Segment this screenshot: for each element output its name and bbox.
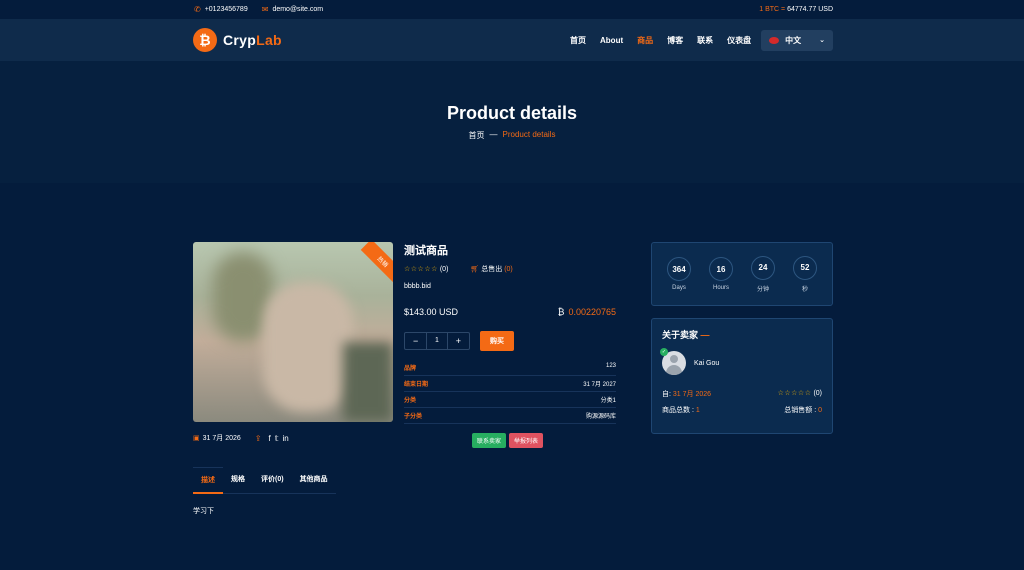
verified-icon: ✓ <box>660 348 668 356</box>
buy-button[interactable]: 购买 <box>480 331 514 351</box>
seller-heading: 关于卖家 <box>662 330 699 340</box>
seller-card: 关于卖家 — ✓ Kai Gou 自: 31 7月 2026 ☆☆☆☆☆ (0)… <box>651 318 833 434</box>
nav-item-products[interactable]: 商品 <box>637 35 653 46</box>
bitcoin-logo-icon: ₿ <box>193 28 217 52</box>
plus-button[interactable]: + <box>448 336 469 346</box>
product-info: 测试商品 ☆☆☆☆☆ (0) 🛒︎ 总售出 (0) bbbb.bid $143.… <box>404 242 616 448</box>
spec-row: 结束日期 31 7月 2027 <box>404 376 616 392</box>
chevron-down-icon: ⌄ <box>819 37 825 44</box>
timer-hours: 16 Hours <box>709 257 733 291</box>
seller-rating-stars: ☆☆☆☆☆ <box>777 390 812 397</box>
share-icon: ⇪ <box>254 433 262 443</box>
btc-rate: 1 BTC = 64774.77 USD <box>759 6 833 13</box>
calendar-icon: ▣ <box>193 435 200 442</box>
contact-info: ✆ +0123456789 ✉ demo@site.com <box>194 5 323 14</box>
nav-item-blog[interactable]: 博客 <box>667 35 683 46</box>
nav-item-about[interactable]: About <box>600 36 623 45</box>
price-row: $143.00 USD ₿ 0.00220765 <box>404 307 616 317</box>
spec-row: 分类 分类1 <box>404 392 616 408</box>
phone-icon: ✆ <box>194 5 201 14</box>
phone[interactable]: ✆ +0123456789 <box>194 5 248 14</box>
rating-stars: ☆☆☆☆☆ <box>404 266 438 273</box>
email[interactable]: ✉ demo@site.com <box>262 5 323 14</box>
spec-row: 子分类 购源源码库 <box>404 408 616 424</box>
nav-menu: 首页 About 商品 博客 联系 仪表盘 中文 ⌄ <box>570 29 833 51</box>
nav-item-dashboard[interactable]: 仪表盘 <box>727 35 751 46</box>
seller-name[interactable]: Kai Gou <box>694 360 719 367</box>
breadcrumb-home[interactable]: 首页 <box>469 130 485 141</box>
bitcoin-icon: ₿ <box>557 307 565 317</box>
linkedin-icon[interactable]: in <box>282 434 288 443</box>
sold-count: 🛒︎ 总售出 (0) <box>470 266 513 273</box>
quantity-input[interactable]: 1 <box>426 333 448 349</box>
logo[interactable]: ₿ CrypLab <box>193 28 282 52</box>
price-usd: $143.00 USD <box>404 307 459 317</box>
timer-seconds: 52 秒 <box>793 255 817 293</box>
language-select[interactable]: 中文 ⌄ <box>761 29 833 51</box>
tab-description[interactable]: 描述 <box>193 467 223 494</box>
facebook-icon[interactable]: f <box>268 434 270 443</box>
brand-name: CrypLab <box>223 32 282 48</box>
spec-row: 品牌 123 <box>404 360 616 376</box>
price-btc: ₿ 0.00220765 <box>557 307 616 317</box>
quantity-stepper: − 1 + <box>404 332 470 350</box>
contact-seller-button[interactable]: 联系卖家 <box>472 433 507 448</box>
hot-badge: 热销 <box>360 242 393 284</box>
page-title: Product details <box>446 103 578 123</box>
share-links: ⇪ f 𝕥 in <box>255 434 289 443</box>
mail-icon: ✉ <box>261 5 269 14</box>
cart-icon: 🛒︎ <box>470 266 480 273</box>
timer-days: 364 Days <box>667 257 691 291</box>
tab-other-products[interactable]: 其他商品 <box>291 467 336 494</box>
timer-minutes: 24 分钟 <box>751 255 775 293</box>
main-navbar: ₿ CrypLab 首页 About 商品 博客 联系 仪表盘 中文 ⌄ <box>0 19 1024 61</box>
page-banner: Product details 首页 — Product details <box>0 61 1024 183</box>
china-flag-icon <box>769 36 780 44</box>
tab-reviews[interactable]: 评价(0) <box>253 467 292 494</box>
twitter-icon[interactable]: 𝕥 <box>275 434 279 443</box>
product-tag: bbbb.bid <box>404 283 431 290</box>
product-image[interactable]: 热销 <box>193 242 393 422</box>
description-text: 学习下 <box>193 508 214 515</box>
product-meta: ▣ 31 7月 2026 ⇪ f 𝕥 in <box>193 433 289 443</box>
minus-button[interactable]: − <box>405 336 426 346</box>
tab-specs[interactable]: 规格 <box>223 467 253 494</box>
top-bar: ✆ +0123456789 ✉ demo@site.com 1 BTC = 6477… <box>0 0 1024 19</box>
report-button[interactable]: 举报列表 <box>509 433 544 448</box>
spec-list: 品牌 123 结束日期 31 7月 2027 分类 分类1 子分类 购源源码库 <box>404 360 616 424</box>
product-name: 测试商品 <box>404 245 448 257</box>
breadcrumb: 首页 — Product details <box>468 130 556 141</box>
nav-item-home[interactable]: 首页 <box>570 35 586 46</box>
breadcrumb-current: Product details <box>502 130 556 139</box>
nav-item-contact[interactable]: 联系 <box>697 35 713 46</box>
countdown-timer: 364 Days 16 Hours 24 分钟 52 秒 <box>651 242 833 306</box>
product-tabs: 描述 规格 评价(0) 其他商品 <box>193 467 336 494</box>
